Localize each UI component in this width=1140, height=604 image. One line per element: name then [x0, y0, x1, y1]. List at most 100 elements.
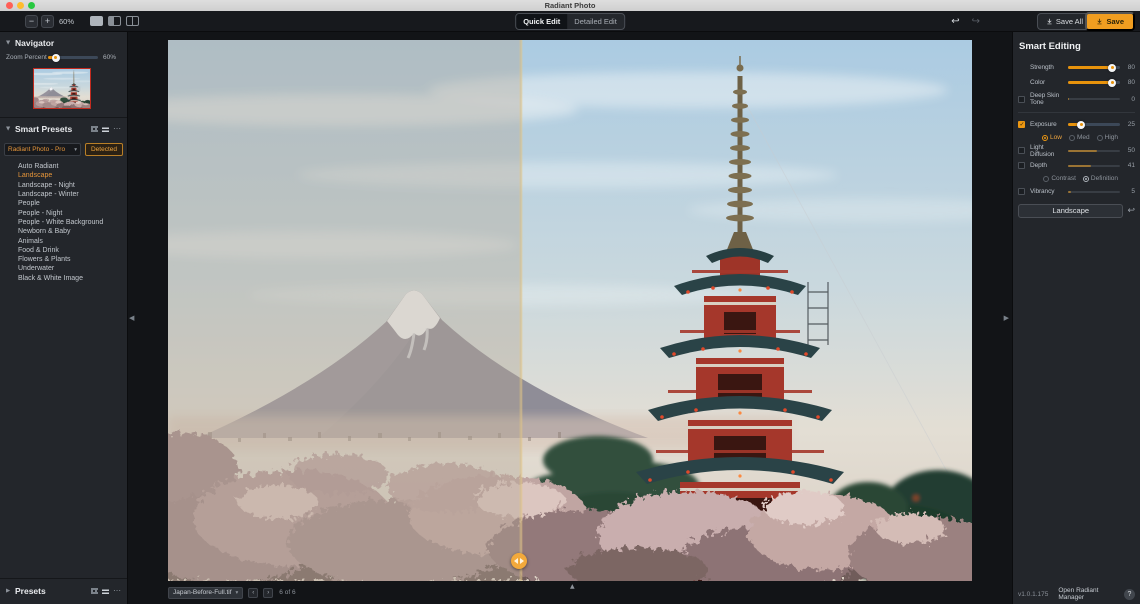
light-diffusion-checkbox[interactable]: [1018, 147, 1025, 154]
tab-detailed-edit[interactable]: Detailed Edit: [567, 14, 624, 29]
preset-item[interactable]: Food & Drink: [0, 246, 127, 255]
preset-item[interactable]: Animals: [0, 236, 127, 245]
radio-icon: [1043, 176, 1049, 182]
preset-item[interactable]: People: [0, 199, 127, 208]
collapse-left-panel-icon[interactable]: ◀: [129, 314, 134, 322]
grid-view-icon[interactable]: [91, 126, 98, 132]
vibrancy-slider[interactable]: [1068, 191, 1120, 193]
photo-preview[interactable]: [168, 40, 972, 581]
light-diffusion-value: 50: [1120, 147, 1135, 154]
color-slider[interactable]: [1068, 81, 1120, 84]
depth-value: 41: [1120, 162, 1135, 169]
more-options-icon[interactable]: ⋯: [113, 588, 121, 594]
slider-handle[interactable]: [1108, 64, 1116, 72]
open-radiant-manager-link[interactable]: Open Radiant Manager: [1058, 587, 1124, 601]
radio-low[interactable]: Low: [1042, 134, 1062, 141]
download-icon: [1046, 18, 1053, 25]
left-sidebar: ▼ Navigator Zoom Percent 60% ▼ Smart Pre…: [0, 32, 128, 604]
color-label: Color: [1030, 79, 1068, 86]
slider-handle[interactable]: [1108, 79, 1116, 87]
slider-row-exposure: Exposure 25: [1013, 117, 1140, 132]
depth-label: Depth: [1030, 162, 1068, 169]
vibrancy-checkbox[interactable]: [1018, 188, 1025, 195]
exposure-checkbox[interactable]: [1018, 121, 1025, 128]
preset-item-selected[interactable]: Landscape: [0, 171, 127, 180]
preset-item[interactable]: Underwater: [0, 264, 127, 273]
navigator-header[interactable]: ▼ Navigator: [0, 32, 127, 52]
slider-handle[interactable]: [52, 54, 60, 62]
preset-item[interactable]: Newborn & Baby: [0, 227, 127, 236]
split-view-icon[interactable]: [108, 16, 121, 26]
radio-icon: [1097, 135, 1103, 141]
zoom-percent-label: Zoom Percent: [6, 54, 48, 61]
preset-item[interactable]: Black & White Image: [0, 274, 127, 283]
image-position-indicator: 6 of 6: [279, 589, 295, 596]
save-all-button[interactable]: Save All: [1037, 13, 1092, 30]
light-diffusion-slider[interactable]: [1068, 150, 1120, 152]
deep-skin-tone-slider[interactable]: [1068, 98, 1120, 100]
file-dropdown[interactable]: Japan-Before-Full.tif ▾: [168, 587, 243, 599]
next-image-button[interactable]: ›: [263, 588, 273, 598]
radio-med[interactable]: Med: [1069, 134, 1090, 141]
divider: [1018, 112, 1135, 113]
zoom-in-button[interactable]: +: [41, 15, 54, 28]
smart-presets-header[interactable]: ▼ Smart Presets ⋯: [0, 118, 127, 138]
radio-high[interactable]: High: [1097, 134, 1118, 141]
preset-item[interactable]: Flowers & Plants: [0, 255, 127, 264]
slider-row-deep-skin-tone: Deep Skin Tone 0: [1013, 90, 1140, 108]
list-view-icon[interactable]: [102, 588, 109, 594]
undo-icon[interactable]: ↩: [951, 16, 959, 27]
expand-filmstrip-icon[interactable]: ▲: [570, 583, 575, 590]
save-button[interactable]: Save: [1085, 12, 1135, 31]
preset-pack-dropdown[interactable]: Radiant Photo - Pro ▾: [4, 143, 81, 156]
slider-row-color: Color 80: [1013, 75, 1140, 90]
help-icon[interactable]: ?: [1124, 589, 1135, 600]
presets-section-header[interactable]: ▶ Presets ⋯: [0, 578, 127, 604]
reset-icon[interactable]: ↩: [1127, 206, 1135, 216]
exposure-label: Exposure: [1030, 121, 1068, 128]
tab-quick-edit[interactable]: Quick Edit: [516, 14, 567, 29]
depth-slider[interactable]: [1068, 165, 1120, 167]
collapse-right-panel-icon[interactable]: ▶: [1004, 314, 1009, 322]
light-diffusion-label: Light Diffusion: [1030, 144, 1068, 158]
depth-checkbox[interactable]: [1018, 162, 1025, 169]
previous-image-button[interactable]: ‹: [248, 588, 258, 598]
grid-view-icon[interactable]: [91, 588, 98, 594]
preset-item[interactable]: Landscape - Night: [0, 181, 127, 190]
download-icon: [1096, 18, 1103, 25]
chevron-down-icon: ▼: [6, 40, 15, 46]
preset-item[interactable]: Landscape - Winter: [0, 190, 127, 199]
applied-preset-button[interactable]: Landscape: [1018, 204, 1123, 218]
preset-item[interactable]: Auto Radiant: [0, 162, 127, 171]
right-panel-footer: v1.0.1.175 Open Radiant Manager ?: [1013, 584, 1140, 604]
preset-item[interactable]: People - Night: [0, 208, 127, 217]
zoom-out-button[interactable]: −: [25, 15, 38, 28]
radio-definition[interactable]: Definition: [1083, 175, 1118, 182]
zoom-percent-slider[interactable]: [48, 56, 98, 59]
smart-presets-title: Smart Presets: [15, 124, 91, 134]
window-titlebar: Radiant Photo: [0, 0, 1140, 11]
before-after-image: [168, 40, 972, 581]
radio-contrast[interactable]: Contrast: [1043, 175, 1076, 182]
save-label: Save: [1106, 17, 1124, 26]
detected-button[interactable]: Detected: [85, 143, 123, 156]
exposure-value: 25: [1120, 121, 1135, 128]
preset-item[interactable]: People - White Background: [0, 218, 127, 227]
save-all-label: Save All: [1056, 17, 1083, 26]
split-compare-handle-icon[interactable]: [511, 553, 527, 569]
list-view-icon[interactable]: [102, 126, 109, 132]
thumbnail-image: [34, 69, 90, 108]
more-options-icon[interactable]: ⋯: [113, 126, 121, 132]
deep-skin-tone-checkbox[interactable]: [1018, 96, 1025, 103]
navigator-thumbnail[interactable]: [33, 68, 91, 109]
presets-title: Presets: [15, 586, 91, 596]
slider-row-vibrancy: Vibrancy 5: [1013, 184, 1140, 199]
compare-view-icon[interactable]: [126, 16, 139, 26]
radio-icon: [1042, 135, 1048, 141]
strength-slider[interactable]: [1068, 66, 1120, 69]
redo-icon[interactable]: ↪: [972, 16, 980, 27]
slider-row-strength: Strength 80: [1013, 60, 1140, 75]
single-view-icon[interactable]: [90, 16, 103, 26]
exposure-slider[interactable]: [1068, 123, 1120, 126]
slider-handle[interactable]: [1077, 121, 1085, 129]
